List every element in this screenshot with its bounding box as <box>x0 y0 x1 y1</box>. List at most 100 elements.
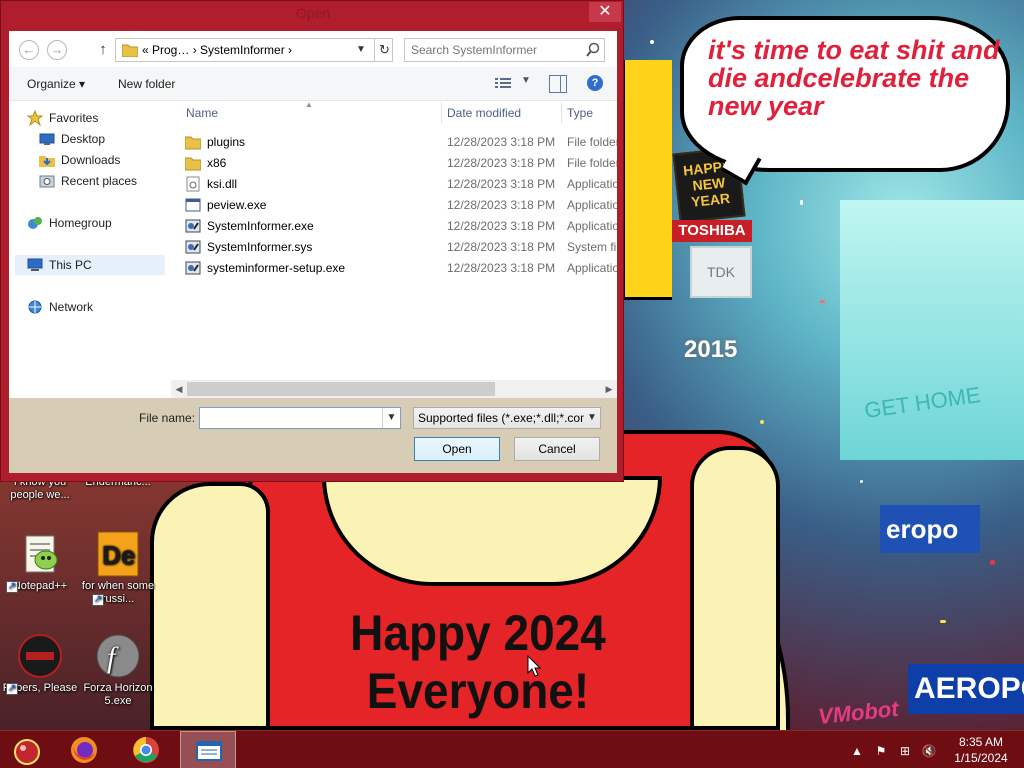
character-arm-right <box>690 446 780 730</box>
explorer-window-icon <box>196 741 222 761</box>
confetti <box>820 300 825 303</box>
downloads-icon <box>39 156 55 167</box>
search-input[interactable] <box>411 42 581 58</box>
dialog-title: Open <box>295 5 331 21</box>
nav-item-this-pc[interactable]: This PC <box>15 255 165 275</box>
column-header-name[interactable]: Name <box>186 106 218 120</box>
nav-item-label: This PC <box>49 258 92 272</box>
file-row[interactable]: SystemInformer.sys 12/28/2023 3:18 PM Sy… <box>171 237 617 258</box>
desktop-icon-for-when-some-russi[interactable]: De ↗ for when some russi... <box>78 530 158 606</box>
chevron-down-icon: ▼ <box>521 75 531 86</box>
file-name: x86 <box>207 156 227 170</box>
dialog-footer: File name: ▼ Supported files (*.exe;*.dl… <box>9 398 617 473</box>
file-name: ksi.dll <box>207 177 238 191</box>
network-icon <box>28 300 42 314</box>
svg-text:De: De <box>102 540 135 570</box>
organize-button[interactable]: Organize ▾ <box>27 77 85 91</box>
file-list: Name ▲ Date modified Type plugins 12/28/… <box>171 102 617 380</box>
new-folder-button[interactable]: New folder <box>118 77 175 91</box>
help-icon[interactable]: ? <box>587 75 603 91</box>
search-icon[interactable] <box>585 42 601 58</box>
nav-item-recent-places[interactable]: Recent places <box>39 171 167 191</box>
address-bar[interactable]: « Prog… › SystemInformer › ▼ ↻ <box>115 38 393 62</box>
file-name: plugins <box>207 135 246 149</box>
file-type: Application <box>567 261 617 275</box>
file-row[interactable]: peview.exe 12/28/2023 3:18 PM Applicatio… <box>171 195 617 216</box>
desktop-icon-forza-horizon[interactable]: f Forza Horizon 5.exe <box>78 632 158 708</box>
column-divider[interactable] <box>441 102 442 124</box>
system-clock[interactable]: 8:35 AM 1/15/2024 <box>946 734 1016 766</box>
billboard-toshiba: TOSHIBA <box>672 220 752 242</box>
scroll-left-icon[interactable]: ◀ <box>171 380 187 398</box>
billboard-year: 2015 <box>684 336 738 363</box>
file-row[interactable]: systeminformer-setup.exe 12/28/2023 3:18… <box>171 258 617 279</box>
desktop-icon-label: Notepad++ <box>12 580 68 592</box>
file-type: Application <box>567 198 617 212</box>
refresh-icon[interactable]: ↻ <box>374 39 394 61</box>
confetti <box>650 40 654 44</box>
nav-item-homegroup[interactable]: Homegroup <box>27 213 167 233</box>
file-type-select[interactable]: Supported files (*.exe;*.dll;*.com ▼ <box>413 407 601 429</box>
scroll-right-icon[interactable]: ▶ <box>601 380 617 398</box>
horizontal-scrollbar[interactable]: ◀ ▶ <box>171 380 617 398</box>
nav-item-label: Network <box>49 300 94 314</box>
notepad-plus-plus-icon <box>25 535 58 573</box>
file-name: peview.exe <box>207 198 267 212</box>
up-arrow-icon: ↑ <box>99 41 107 58</box>
back-button[interactable]: ← <box>19 40 39 60</box>
confetti <box>860 480 863 483</box>
close-button[interactable]: ✕ <box>589 2 621 22</box>
up-button[interactable]: ↑ <box>95 40 111 60</box>
folder-icon <box>122 44 138 57</box>
network-status-icon[interactable]: ⊞ <box>897 743 913 759</box>
file-row[interactable]: ksi.dll 12/28/2023 3:18 PM Application e… <box>171 174 617 195</box>
show-hidden-icons-icon[interactable]: ▲ <box>849 743 865 759</box>
file-row[interactable]: plugins 12/28/2023 3:18 PM File folder <box>171 132 617 153</box>
column-divider[interactable] <box>561 102 562 124</box>
taskbar-chrome[interactable] <box>118 731 174 768</box>
open-button[interactable]: Open <box>414 437 500 461</box>
start-button[interactable] <box>0 731 56 768</box>
shortcut-arrow-icon: ↗ <box>92 594 104 606</box>
nav-item-downloads[interactable]: Downloads <box>39 150 167 170</box>
nav-item-network[interactable]: Network <box>27 297 167 317</box>
dialog-body: ← → ↑ « Prog… › SystemInformer › ▼ ↻ Sea… <box>9 31 617 473</box>
scrollbar-thumb[interactable] <box>187 382 495 396</box>
file-name-combobox[interactable]: ▼ <box>199 407 401 429</box>
file-name-input[interactable] <box>202 410 380 426</box>
column-header-date-modified[interactable]: Date modified <box>447 106 521 120</box>
search-box[interactable] <box>404 38 605 62</box>
file-row[interactable]: x86 12/28/2023 3:18 PM File folder <box>171 153 617 174</box>
character-arm-left <box>150 482 270 730</box>
cancel-button[interactable]: Cancel <box>514 437 600 461</box>
taskbar-firefox[interactable] <box>56 731 112 768</box>
homegroup-icon <box>28 217 42 229</box>
flash-icon: f <box>96 634 140 678</box>
desktop-icon-notepad-plus-plus[interactable]: ↗ Notepad++ <box>0 530 80 593</box>
dll-file-icon <box>186 176 200 192</box>
chevron-down-icon[interactable]: ▼ <box>354 42 368 58</box>
desktop-icon <box>39 133 55 145</box>
action-center-flag-icon[interactable]: ⚑ <box>873 743 889 759</box>
forward-button[interactable]: → <box>47 40 67 60</box>
file-type: Application <box>567 219 617 233</box>
back-arrow-icon: ← <box>22 42 36 57</box>
column-header-type[interactable]: Type <box>567 106 593 120</box>
chevron-down-icon[interactable]: ▼ <box>382 408 400 428</box>
volume-muted-icon[interactable]: 🔇 <box>921 743 937 759</box>
address-path[interactable]: « Prog… › SystemInformer › <box>142 43 292 57</box>
confetti <box>760 420 764 424</box>
file-row[interactable]: SystemInformer.exe 12/28/2023 3:18 PM Ap… <box>171 216 617 237</box>
change-view-button[interactable]: ▼ <box>495 75 537 93</box>
firefox-icon <box>71 737 97 763</box>
file-type-selected: Supported files (*.exe;*.dll;*.com <box>418 411 584 425</box>
start-orb-icon <box>14 739 40 765</box>
preview-pane-icon <box>560 76 561 92</box>
happy-new-year-text: Happy 2024 Everyone! <box>350 605 606 719</box>
nav-item-favorites[interactable]: Favorites <box>27 108 167 128</box>
taskbar: ▲ ⚑ ⊞ 🔇 8:35 AM 1/15/2024 <box>0 730 1024 768</box>
preview-pane-button[interactable] <box>549 75 567 93</box>
nav-item-desktop[interactable]: Desktop <box>39 129 167 149</box>
taskbar-file-explorer[interactable] <box>180 731 236 768</box>
desktop-icon-papers-please[interactable]: ↗ Papers, Please <box>0 632 80 695</box>
